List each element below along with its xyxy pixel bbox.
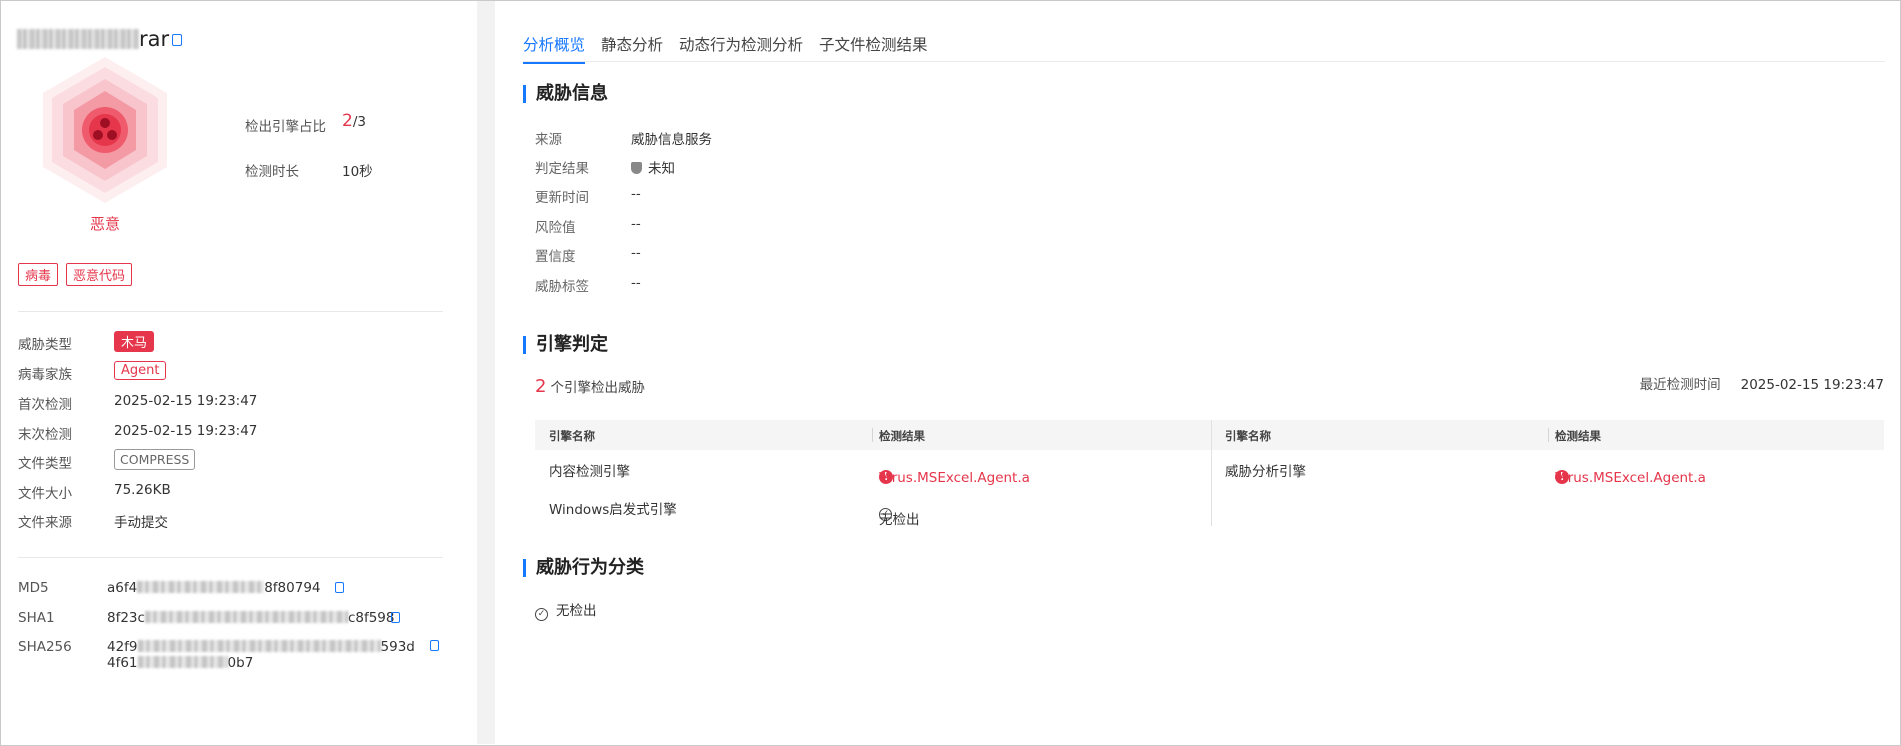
threat-type-row: 威胁类型 木马 bbox=[18, 331, 155, 353]
file-summary-panel: rar 恶意 检出引擎占比 2/3 检测时长 10秒 病毒 恶意代码 威胁类型 … bbox=[1, 1, 476, 744]
kv-verdict: 判定结果 未知 bbox=[535, 161, 675, 177]
tab-subfile-results[interactable]: 子文件检测结果 bbox=[819, 33, 928, 64]
tab-dynamic-analysis[interactable]: 动态行为检测分析 bbox=[679, 33, 803, 64]
section-engine-verdict: 引擎判定 bbox=[523, 336, 608, 354]
redacted-name bbox=[17, 29, 139, 49]
copy-sha1-icon[interactable] bbox=[391, 612, 400, 623]
table-header: 引擎名称 检测结果 引擎名称 检测结果 bbox=[535, 420, 1884, 450]
last-detect-row: 末次检测 2025-02-15 19:23:47 bbox=[18, 423, 258, 443]
analysis-panel: 分析概览 静态分析 动态行为检测分析 子文件检测结果 威胁信息 来源 威胁信息服务… bbox=[495, 1, 1899, 744]
sha1-row: SHA1 8f23c c8f598 bbox=[18, 610, 395, 626]
malicious-hexagon bbox=[39, 55, 171, 205]
verdict-label: 恶意 bbox=[89, 215, 120, 233]
kv-confidence: 置信度 -- bbox=[535, 245, 641, 265]
tag-virus[interactable]: 病毒 bbox=[18, 263, 59, 286]
file-type-row: 文件类型 COMPRESS bbox=[18, 449, 196, 472]
engine-table: 引擎名称 检测结果 引擎名称 检测结果 内容检测引擎 ! Virus.MSExce… bbox=[535, 420, 1884, 528]
file-source-row: 文件来源 手动提交 bbox=[18, 515, 168, 531]
engine-ratio: 检出引擎占比 2/3 bbox=[245, 111, 366, 135]
sha256-row: SHA256 42f9 593d 4f61 0b7 bbox=[18, 639, 415, 671]
family-badge: Agent bbox=[114, 361, 167, 380]
copy-sha256-icon[interactable] bbox=[430, 640, 439, 651]
threat-type-badge: 木马 bbox=[114, 331, 155, 352]
file-type-badge: COMPRESS bbox=[114, 449, 196, 470]
tab-static-analysis[interactable]: 静态分析 bbox=[601, 33, 663, 64]
behavior-result: ✓ 无检出 bbox=[535, 599, 597, 621]
tab-overview[interactable]: 分析概览 bbox=[523, 33, 586, 64]
panel-gutter bbox=[477, 1, 495, 744]
analysis-tabs: 分析概览 静态分析 动态行为检测分析 子文件检测结果 bbox=[523, 33, 928, 64]
file-size-row: 文件大小 75.26KB bbox=[18, 482, 171, 502]
section-threat-behavior: 威胁行为分类 bbox=[523, 559, 644, 577]
column-divider bbox=[1211, 420, 1212, 526]
section-threat-info: 威胁信息 bbox=[523, 85, 608, 103]
tag-malicious-code[interactable]: 恶意代码 bbox=[66, 263, 133, 286]
first-detect-row: 首次检测 2025-02-15 19:23:47 bbox=[18, 393, 258, 413]
family-row: 病毒家族 Agent bbox=[18, 361, 167, 383]
copy-md5-icon[interactable] bbox=[335, 582, 344, 593]
engine-hit-count: 2 个引擎检出威胁 bbox=[535, 376, 645, 397]
shield-icon bbox=[631, 162, 642, 174]
kv-threat-tags: 威胁标签 -- bbox=[535, 275, 641, 295]
kv-risk: 风险值 -- bbox=[535, 216, 641, 236]
divider bbox=[18, 557, 443, 558]
kv-update-time: 更新时间 -- bbox=[535, 186, 641, 206]
last-detect-time: 最近检测时间 2025-02-15 19:23:47 bbox=[1639, 377, 1884, 393]
file-name: rar bbox=[17, 27, 183, 51]
divider bbox=[18, 311, 443, 312]
table-row: 内容检测引擎 ! Virus.MSExcel.Agent.a 威胁分析引擎 ! Vi… bbox=[549, 464, 1706, 486]
tag-list: 病毒 恶意代码 bbox=[18, 263, 133, 286]
tabs-underline bbox=[523, 61, 1885, 62]
md5-row: MD5 a6f4 8f80794 bbox=[18, 580, 321, 596]
detect-duration: 检测时长 10秒 bbox=[245, 164, 373, 180]
copy-icon[interactable] bbox=[172, 34, 183, 46]
kv-source: 来源 威胁信息服务 bbox=[535, 132, 712, 148]
check-circle-icon: ✓ bbox=[535, 608, 548, 621]
table-row: Windows启发式引擎 ✓ 无检出 bbox=[549, 502, 920, 528]
